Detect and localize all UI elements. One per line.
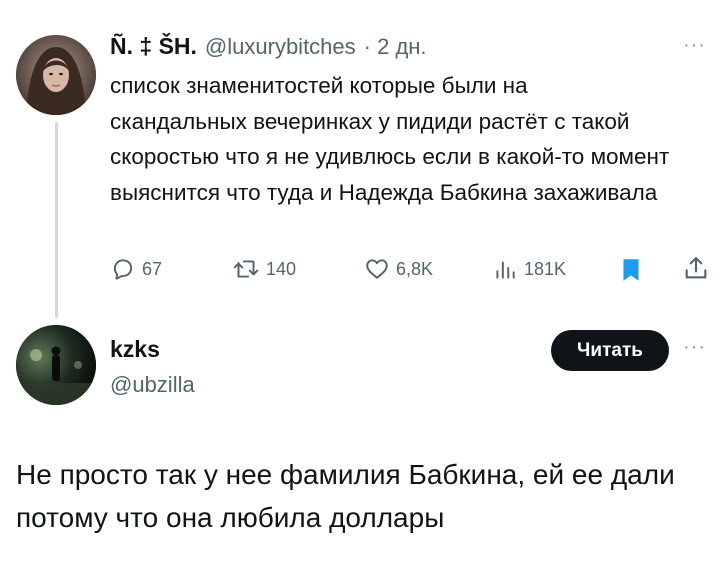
- bookmark-button[interactable]: [618, 256, 644, 289]
- share-button[interactable]: [682, 254, 710, 287]
- reply-button[interactable]: 67: [110, 256, 162, 282]
- tweet-time[interactable]: · 2 дн.: [364, 34, 427, 60]
- like-count: 6,8K: [396, 258, 434, 279]
- tweet1-text: список знаменитостей которые были на ска…: [110, 73, 670, 205]
- avatar-luxurybitches[interactable]: [16, 35, 96, 115]
- reply-icon: [113, 259, 133, 280]
- avatar-image: [16, 35, 96, 115]
- repost-icon: [233, 260, 259, 278]
- repost-button[interactable]: 140: [232, 256, 296, 282]
- analytics-icon: [496, 261, 515, 279]
- more-options-icon[interactable]: ···: [683, 34, 706, 57]
- more-options-icon[interactable]: ···: [683, 336, 706, 359]
- share-icon: [685, 257, 707, 279]
- thread-line: [55, 122, 58, 318]
- bookmark-icon: [623, 259, 639, 281]
- like-button[interactable]: 6,8K: [364, 256, 433, 282]
- author-name[interactable]: Ñ. ‡ ŠH.: [110, 33, 197, 60]
- author-handle[interactable]: @luxurybitches: [205, 34, 356, 60]
- repost-count: 140: [266, 258, 297, 279]
- tweet1-header: Ñ. ‡ ŠH. @luxurybitches · 2 дн.: [110, 33, 427, 60]
- avatar-image: [16, 325, 96, 405]
- views-button[interactable]: 181K: [492, 256, 566, 282]
- author-name[interactable]: kzks: [110, 336, 160, 363]
- heart-icon: [366, 259, 388, 279]
- follow-button[interactable]: Читать: [551, 330, 669, 371]
- views-count: 181K: [524, 258, 567, 279]
- avatar-ubzilla[interactable]: [16, 325, 96, 405]
- reply-count: 67: [142, 258, 163, 279]
- tweet2-text: Не просто так у нее фамилия Бабкина, ей …: [16, 459, 675, 533]
- author-handle[interactable]: @ubzilla: [110, 372, 195, 398]
